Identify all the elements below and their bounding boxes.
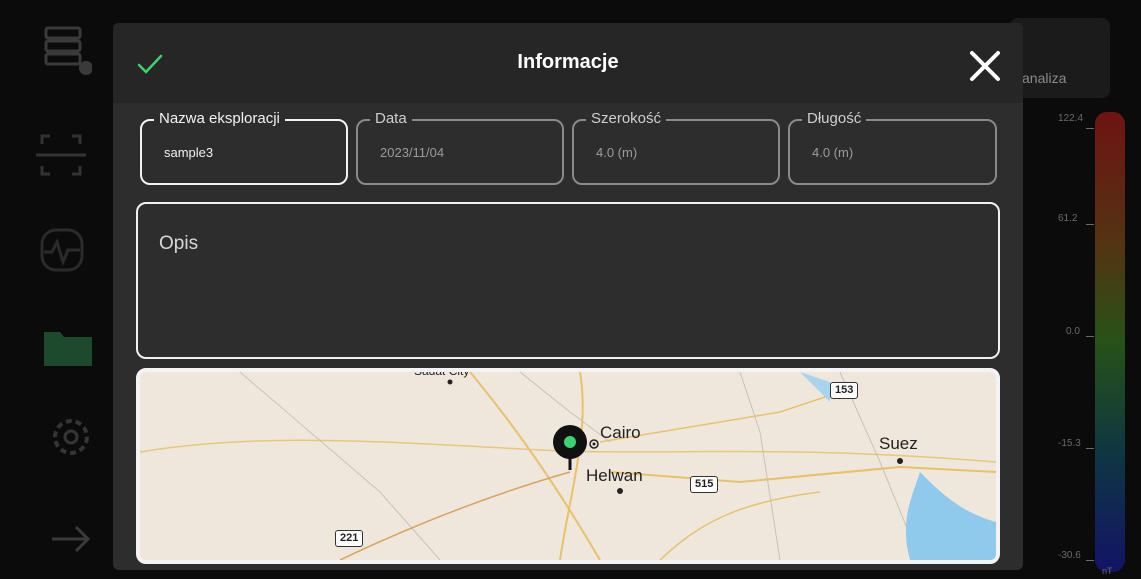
signal-icon[interactable]	[30, 224, 92, 278]
scale-tick: 122.4	[1058, 113, 1084, 124]
arrow-right-icon[interactable]	[30, 512, 92, 566]
description-placeholder: Opis	[159, 233, 199, 254]
scale-tick: 0.0	[1066, 326, 1080, 337]
location-pin-icon	[553, 425, 587, 470]
road-shield: 515	[690, 476, 719, 493]
map-label-partial: Sadat City	[414, 368, 470, 378]
dialog-title: Informacje	[517, 51, 619, 73]
scale-tick-mark	[1086, 560, 1094, 561]
scale-tick-mark	[1086, 448, 1094, 449]
gear-icon[interactable]	[30, 410, 92, 464]
description-textarea[interactable]: Opis	[136, 202, 1000, 359]
close-icon[interactable]	[968, 49, 1002, 83]
map-label-cairo: Cairo	[600, 423, 641, 442]
map-label-suez: Suez	[879, 434, 918, 453]
info-dialog: Informacje Nazwa eksploracji sample3 Dat…	[113, 23, 1023, 570]
width-field[interactable]: Szerokość 4.0 (m)	[572, 110, 780, 185]
location-map[interactable]: Cairo Helwan Suez Sadat City 153 515 221	[136, 368, 1000, 564]
sidebar	[18, 0, 108, 579]
scale-tick-mark	[1086, 224, 1094, 225]
scale-tick: 61.2	[1058, 213, 1078, 224]
folder-icon[interactable]	[30, 320, 96, 374]
date-field[interactable]: Data 2023/11/04	[356, 110, 564, 185]
color-scale-bar	[1095, 112, 1125, 572]
field-label: Długość	[802, 110, 867, 127]
analiza-label: analiza	[1022, 70, 1067, 86]
scale-unit: nT	[1102, 566, 1113, 576]
exploration-name-field[interactable]: Nazwa eksploracji sample3	[140, 110, 348, 185]
analiza-button[interactable]	[1010, 18, 1110, 98]
scale-tick-mark	[1086, 336, 1094, 337]
field-label: Data	[370, 110, 412, 127]
scale-tick: -15.3	[1058, 438, 1081, 449]
length-field[interactable]: Długość 4.0 (m)	[788, 110, 997, 185]
map-label-helwan: Helwan	[586, 466, 643, 485]
field-label: Nazwa eksploracji	[154, 110, 285, 127]
field-label: Szerokość	[586, 110, 667, 127]
server-icon[interactable]	[30, 22, 93, 76]
scale-tick: -30.6	[1058, 550, 1081, 561]
field-value: 4.0 (m)	[812, 145, 854, 160]
road-shield: 153	[830, 382, 859, 399]
road-shield: 221	[335, 530, 364, 547]
field-value: 2023/11/04	[380, 145, 445, 160]
scale-tick-mark	[1086, 128, 1094, 129]
field-value: 4.0 (m)	[596, 145, 638, 160]
scan-icon[interactable]	[30, 128, 92, 182]
field-value: sample3	[164, 145, 214, 160]
